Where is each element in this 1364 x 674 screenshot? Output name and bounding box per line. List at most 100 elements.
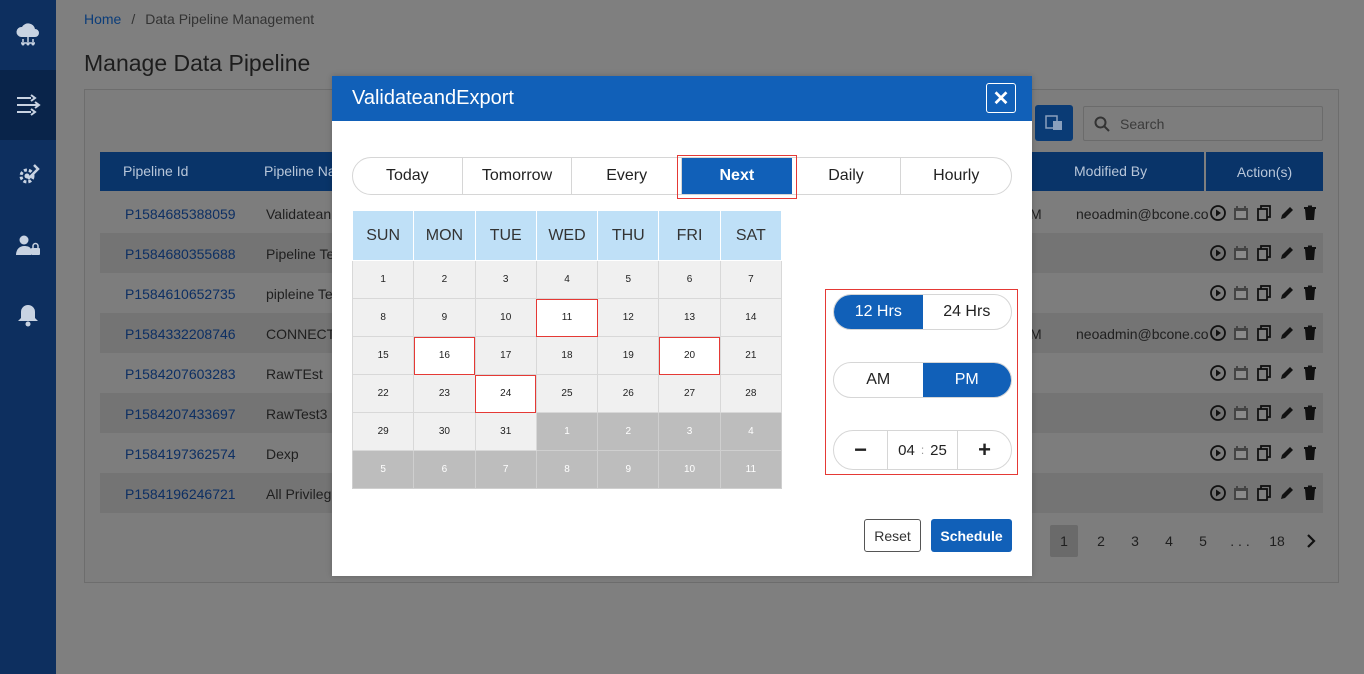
calendar-day[interactable]: 30 — [413, 412, 476, 451]
tab-every[interactable]: Every — [572, 158, 683, 194]
delete-icon[interactable] — [1302, 485, 1318, 501]
copy-icon[interactable] — [1256, 245, 1272, 261]
calendar-day[interactable]: 4 — [535, 260, 599, 299]
page-5[interactable]: 5 — [1186, 525, 1220, 557]
calendar-day[interactable]: 7 — [719, 260, 783, 299]
schedule-button[interactable]: Schedule — [931, 519, 1012, 552]
calendar-day[interactable]: 29 — [351, 412, 415, 451]
calendar-day[interactable]: 19 — [597, 336, 660, 375]
play-icon[interactable] — [1210, 445, 1226, 461]
calendar-icon[interactable] — [1233, 285, 1249, 301]
sidebar-item-pipeline[interactable] — [0, 70, 56, 140]
edit-icon[interactable] — [1279, 485, 1295, 501]
page-18[interactable]: 18 — [1260, 525, 1294, 557]
tab-tomorrow[interactable]: Tomorrow — [463, 158, 573, 194]
calendar-day[interactable]: 2 — [413, 260, 476, 299]
calendar-icon[interactable] — [1233, 485, 1249, 501]
delete-icon[interactable] — [1302, 365, 1318, 381]
decrement-button[interactable]: − — [834, 431, 887, 469]
format-12hrs-option[interactable]: 12 Hrs — [834, 295, 923, 329]
am-option[interactable]: AM — [834, 363, 923, 397]
delete-icon[interactable] — [1302, 205, 1318, 221]
delete-icon[interactable] — [1302, 245, 1318, 261]
calendar-day[interactable]: 16 — [413, 336, 476, 375]
edit-icon[interactable] — [1279, 285, 1295, 301]
copy-icon[interactable] — [1256, 205, 1272, 221]
calendar-day[interactable]: 6 — [658, 260, 721, 299]
calendar-icon[interactable] — [1233, 245, 1249, 261]
calendar-day[interactable]: 10 — [474, 298, 537, 337]
page-2[interactable]: 2 — [1084, 525, 1118, 557]
play-icon[interactable] — [1210, 365, 1226, 381]
pipeline-id-link[interactable]: P1584685388059 — [125, 206, 236, 222]
calendar-day[interactable]: 22 — [351, 374, 415, 413]
calendar-day[interactable]: 14 — [719, 298, 783, 337]
next-page-button[interactable] — [1294, 525, 1328, 557]
edit-icon[interactable] — [1279, 365, 1295, 381]
calendar-day[interactable]: 21 — [719, 336, 783, 375]
calendar-day[interactable]: 12 — [597, 298, 660, 337]
calendar-day[interactable]: 25 — [535, 374, 599, 413]
edit-icon[interactable] — [1279, 245, 1295, 261]
hour-input[interactable]: 04 — [898, 442, 915, 459]
calendar-day[interactable]: 31 — [474, 412, 537, 451]
calendar-day[interactable]: 17 — [474, 336, 537, 375]
page-4[interactable]: 4 — [1152, 525, 1186, 557]
pipeline-id-link[interactable]: P1584207603283 — [125, 366, 236, 382]
format-24hrs-option[interactable]: 24 Hrs — [923, 295, 1012, 329]
calendar-day[interactable]: 15 — [351, 336, 415, 375]
calendar-day[interactable]: 13 — [658, 298, 721, 337]
calendar-day[interactable]: 26 — [597, 374, 660, 413]
minute-input[interactable]: 25 — [930, 442, 947, 459]
calendar-day[interactable]: 11 — [535, 298, 599, 337]
play-icon[interactable] — [1210, 325, 1226, 341]
reset-button[interactable]: Reset — [864, 519, 921, 552]
delete-icon[interactable] — [1302, 285, 1318, 301]
edit-icon[interactable] — [1279, 205, 1295, 221]
column-settings-button[interactable] — [1035, 105, 1073, 141]
calendar-day[interactable]: 28 — [719, 374, 783, 413]
delete-icon[interactable] — [1302, 445, 1318, 461]
calendar-day[interactable]: 5 — [597, 260, 660, 299]
calendar-day[interactable]: 18 — [535, 336, 599, 375]
sidebar-item-home[interactable] — [0, 0, 56, 70]
copy-icon[interactable] — [1256, 405, 1272, 421]
calendar-day[interactable]: 20 — [658, 336, 721, 375]
calendar-day[interactable]: 24 — [474, 374, 537, 413]
edit-icon[interactable] — [1279, 325, 1295, 341]
play-icon[interactable] — [1210, 245, 1226, 261]
tab-today[interactable]: Today — [353, 158, 463, 194]
increment-button[interactable]: + — [958, 431, 1011, 469]
copy-icon[interactable] — [1256, 485, 1272, 501]
page-3[interactable]: 3 — [1118, 525, 1152, 557]
tab-next[interactable]: Next — [677, 155, 797, 199]
header-pipeline-name[interactable]: Pipeline Na — [264, 163, 336, 179]
play-icon[interactable] — [1210, 285, 1226, 301]
tab-hourly[interactable]: Hourly — [901, 158, 1011, 194]
calendar-day[interactable]: 8 — [351, 298, 415, 337]
play-icon[interactable] — [1210, 485, 1226, 501]
header-modified-by[interactable]: Modified By — [1074, 163, 1147, 179]
pipeline-id-link[interactable]: P1584680355688 — [125, 246, 236, 262]
calendar-icon[interactable] — [1233, 445, 1249, 461]
page-1[interactable]: 1 — [1050, 525, 1078, 557]
pipeline-id-link[interactable]: P1584207433697 — [125, 406, 236, 422]
sidebar-item-settings[interactable] — [0, 140, 56, 210]
copy-icon[interactable] — [1256, 285, 1272, 301]
delete-icon[interactable] — [1302, 405, 1318, 421]
calendar-day[interactable]: 23 — [413, 374, 476, 413]
play-icon[interactable] — [1210, 205, 1226, 221]
pipeline-id-link[interactable]: P1584196246721 — [125, 486, 236, 502]
pm-option[interactable]: PM — [922, 363, 1011, 397]
header-pipeline-id[interactable]: Pipeline Id — [123, 163, 188, 179]
delete-icon[interactable] — [1302, 325, 1318, 341]
play-icon[interactable] — [1210, 405, 1226, 421]
copy-icon[interactable] — [1256, 445, 1272, 461]
tab-daily[interactable]: Daily — [792, 158, 902, 194]
close-button[interactable]: ✕ — [986, 83, 1016, 113]
calendar-icon[interactable] — [1233, 325, 1249, 341]
copy-icon[interactable] — [1256, 325, 1272, 341]
calendar-day[interactable]: 3 — [474, 260, 537, 299]
calendar-icon[interactable] — [1233, 205, 1249, 221]
calendar-icon[interactable] — [1233, 365, 1249, 381]
